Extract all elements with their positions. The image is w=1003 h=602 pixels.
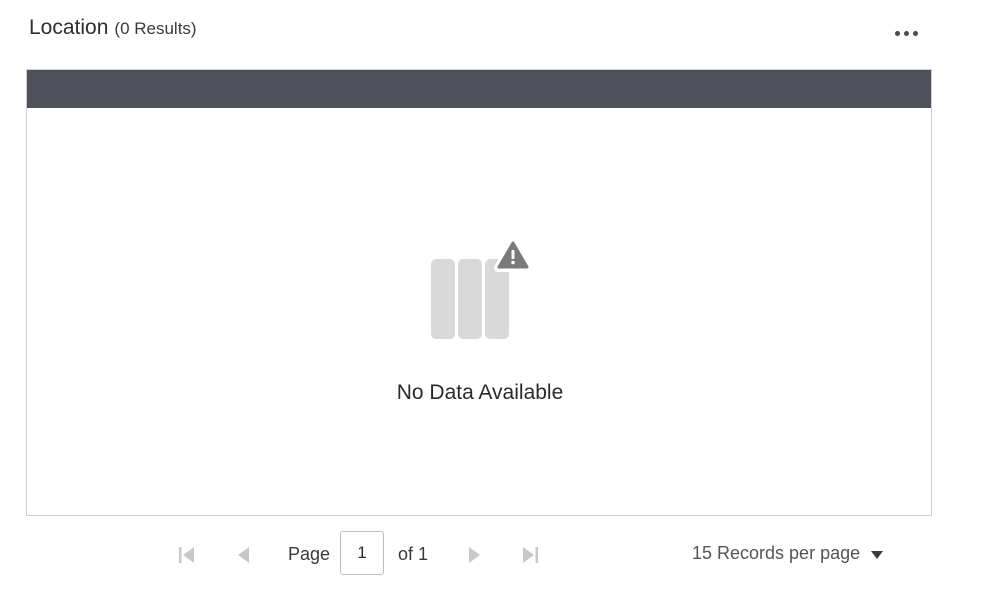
data-table: No Data Available bbox=[26, 69, 932, 516]
first-page-icon bbox=[179, 547, 194, 563]
more-options-button[interactable] bbox=[886, 22, 926, 44]
page-total-label: of 1 bbox=[398, 544, 429, 564]
panel-header: Location (0 Results) bbox=[29, 16, 197, 46]
table-header-bar bbox=[27, 70, 931, 108]
location-panel: Location (0 Results) No Data Available P… bbox=[0, 0, 1003, 602]
empty-state: No Data Available bbox=[27, 108, 931, 515]
more-horizontal-icon bbox=[903, 30, 909, 36]
records-per-page-value: 15 Records per page bbox=[692, 543, 861, 563]
last-page-button[interactable] bbox=[518, 543, 542, 567]
results-count: (0 Results) bbox=[114, 19, 197, 38]
pagination-bar: Page of 1 15 Records per page bbox=[0, 531, 1003, 579]
first-page-button[interactable] bbox=[175, 543, 199, 567]
records-per-page-select[interactable]: 15 Records per page bbox=[692, 543, 884, 564]
more-horizontal-icon bbox=[894, 30, 900, 36]
page-label: Page bbox=[288, 544, 331, 564]
no-data-columns-warning-icon bbox=[431, 240, 531, 339]
page-number-input[interactable] bbox=[340, 531, 384, 575]
previous-page-icon bbox=[238, 547, 249, 563]
previous-page-button[interactable] bbox=[232, 543, 256, 567]
more-horizontal-icon bbox=[912, 30, 918, 36]
next-page-icon bbox=[469, 547, 480, 563]
next-page-button[interactable] bbox=[462, 543, 486, 567]
caret-down-icon bbox=[871, 550, 884, 559]
panel-title: Location bbox=[29, 16, 109, 39]
last-page-icon bbox=[523, 547, 538, 563]
empty-message: No Data Available bbox=[396, 381, 564, 404]
